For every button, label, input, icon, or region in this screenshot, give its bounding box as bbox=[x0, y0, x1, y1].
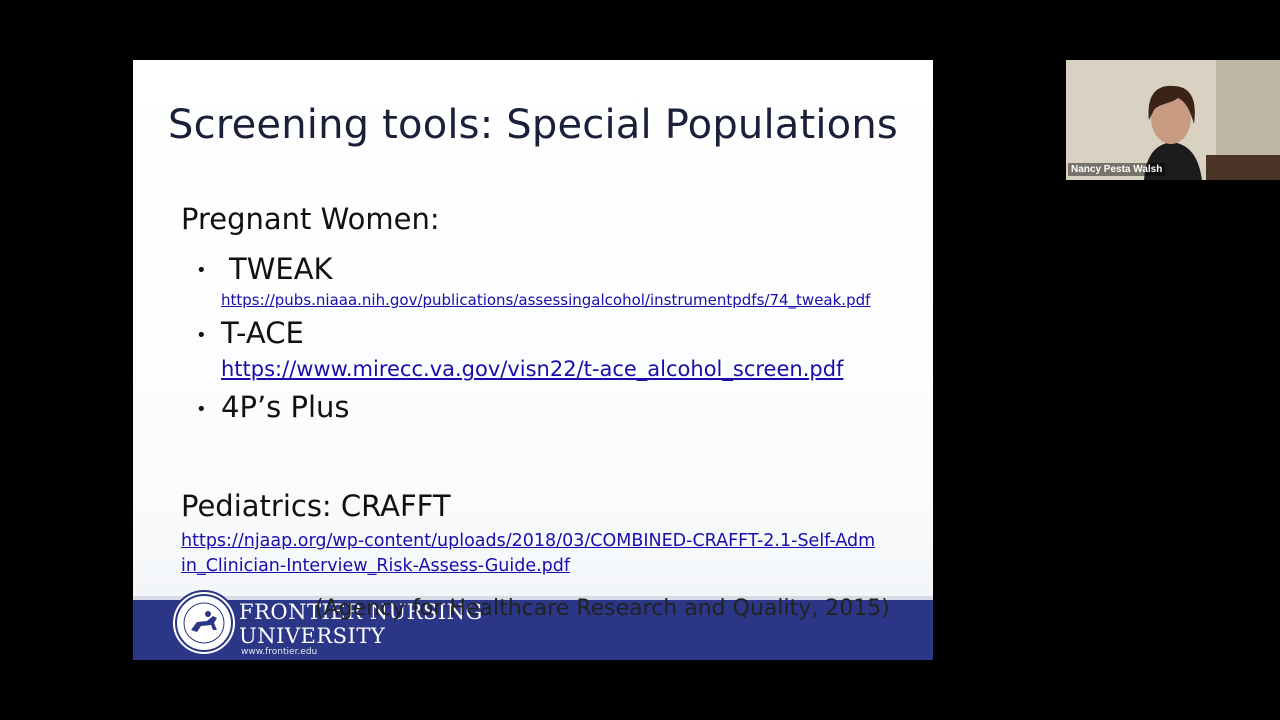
bullet-dot: • bbox=[196, 260, 207, 281]
pediatrics-heading: Pediatrics: CRAFFT bbox=[181, 489, 451, 523]
citation: (Agency for Healthcare Research and Qual… bbox=[315, 596, 890, 621]
crafft-link-line1: https://njaap.org/wp-content/uploads/201… bbox=[181, 531, 876, 551]
bullet-tace-label: T-ACE bbox=[221, 316, 304, 350]
slide-title: Screening tools: Special Populations bbox=[168, 102, 898, 148]
brand-url: www.frontier.edu bbox=[241, 647, 318, 657]
brand-line-2: UNIVERSITY bbox=[239, 624, 386, 648]
participant-video-tile[interactable]: Nancy Pesta Walsh bbox=[1066, 60, 1280, 180]
participant-video-feed bbox=[1066, 60, 1280, 180]
tace-link[interactable]: https://www.mirecc.va.gov/visn22/t-ace_a… bbox=[221, 357, 843, 381]
bullet-dot: • bbox=[196, 399, 207, 420]
university-seal-icon bbox=[171, 590, 237, 656]
crafft-link[interactable]: https://njaap.org/wp-content/uploads/201… bbox=[181, 529, 921, 579]
crafft-link-line2: in_Clinician-Interview_Risk-Assess-Guide… bbox=[181, 556, 571, 576]
presentation-slide: Screening tools: Special Populations Pre… bbox=[133, 60, 933, 660]
bullet-4ps-label: 4P’s Plus bbox=[221, 390, 350, 424]
participant-name-label: Nancy Pesta Walsh bbox=[1068, 163, 1166, 176]
bullet-dot: • bbox=[196, 325, 207, 346]
bullet-tweak-label: TWEAK bbox=[229, 252, 333, 286]
tweak-link[interactable]: https://pubs.niaaa.nih.gov/publications/… bbox=[221, 291, 870, 309]
pregnant-women-heading: Pregnant Women: bbox=[181, 202, 440, 236]
